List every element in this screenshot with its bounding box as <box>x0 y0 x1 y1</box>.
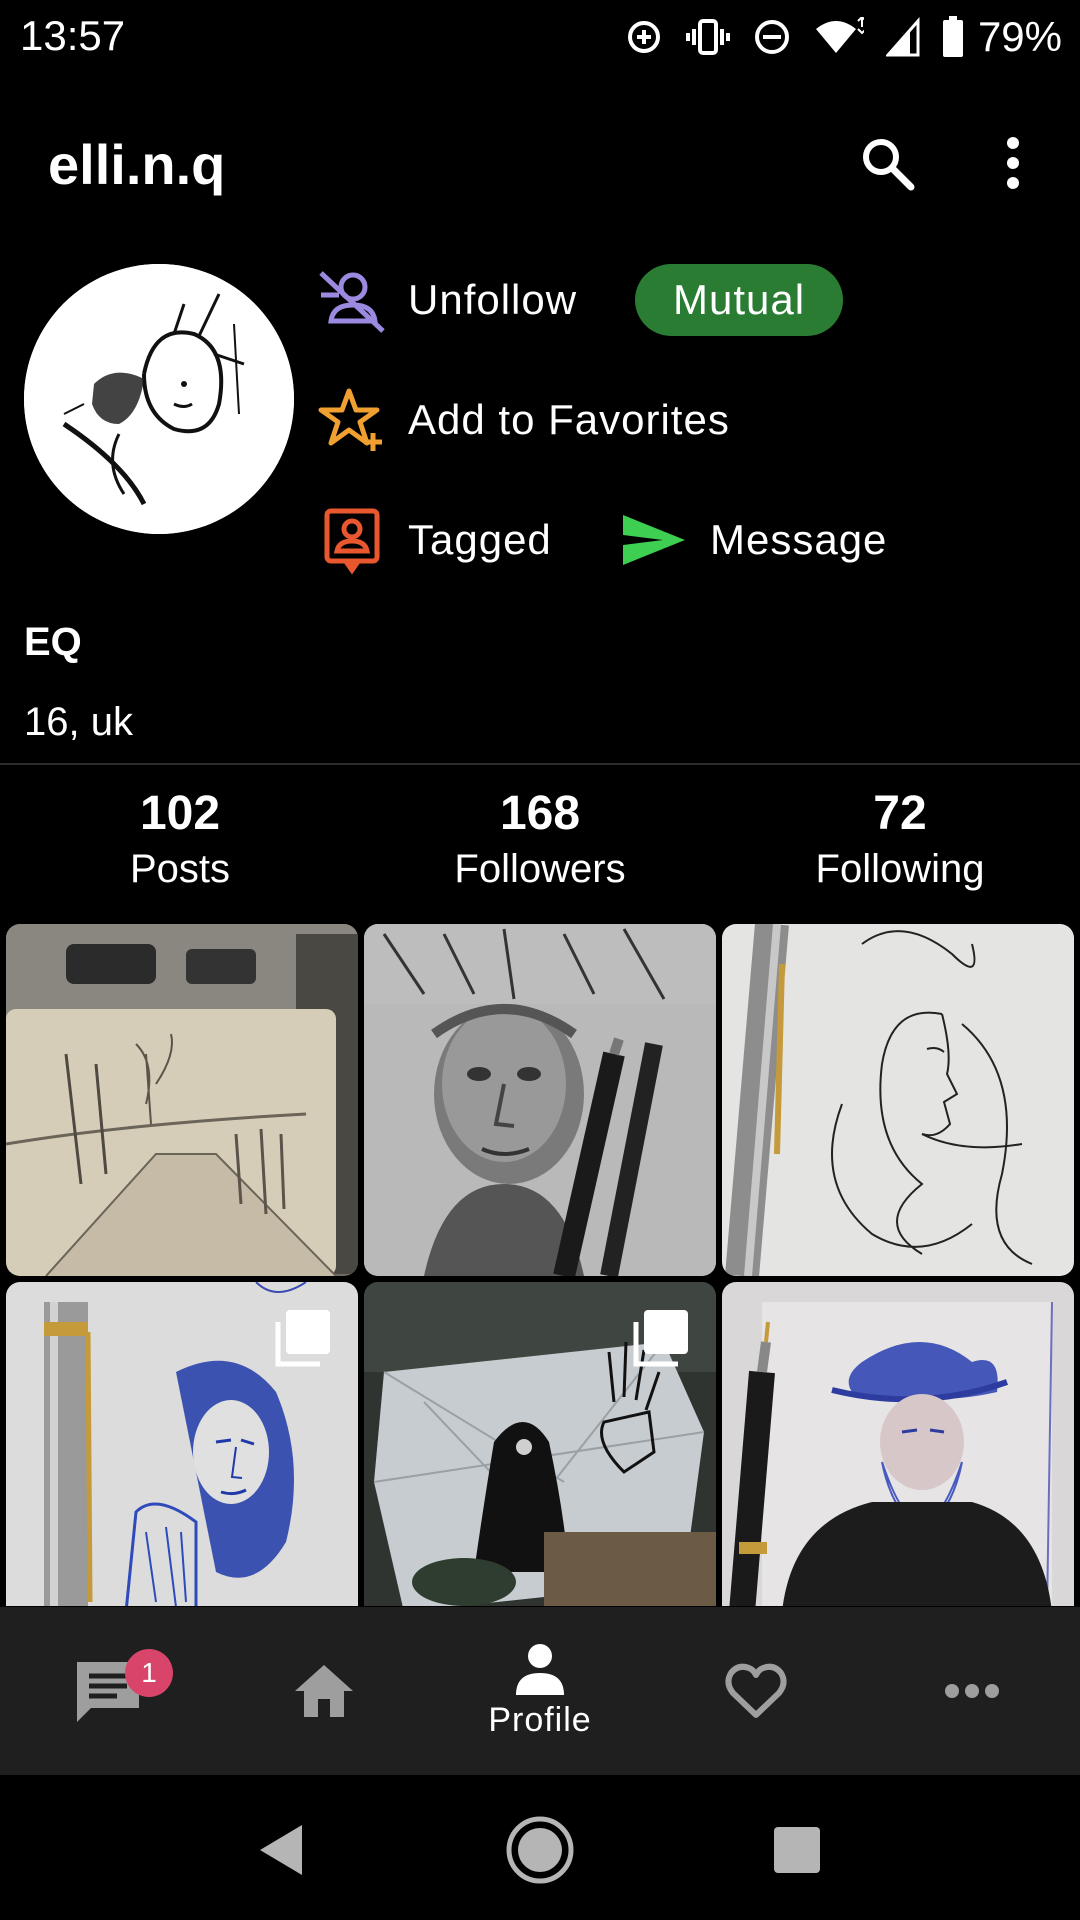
stat-followers[interactable]: 168 Followers <box>370 784 710 894</box>
bio: 16, uk <box>24 700 133 744</box>
battery-percent: 79% <box>977 13 1062 60</box>
unfollow-label: Unfollow <box>408 276 578 323</box>
followers-count: 168 <box>499 787 581 840</box>
app-bar: elli.n.q <box>0 100 1080 220</box>
unread-badge: 1 <box>125 1649 173 1697</box>
tagged-label: Tagged <box>408 516 552 563</box>
back-button[interactable] <box>236 1805 326 1895</box>
multiple-images-icon <box>633 1310 688 1367</box>
home-system-button[interactable] <box>495 1805 585 1895</box>
post-thumbnail[interactable] <box>6 924 358 1276</box>
post-thumbnail[interactable] <box>364 1282 716 1606</box>
username-title: elli.n.q <box>48 133 226 196</box>
home-icon <box>295 1665 353 1717</box>
mutual-badge: Mutual <box>635 264 843 336</box>
post-image <box>6 924 358 1276</box>
person-icon <box>516 1643 564 1695</box>
display-name: EQ <box>24 620 82 664</box>
do-not-disturb-icon <box>754 20 789 54</box>
message-label: Message <box>710 516 888 563</box>
divider <box>0 763 1080 765</box>
post-thumbnail[interactable] <box>722 924 1074 1276</box>
search-icon <box>863 139 915 191</box>
post-image <box>722 924 1074 1276</box>
followers-label: Followers <box>454 847 626 891</box>
post-image <box>364 924 716 1276</box>
unfollow-button[interactable]: Unfollow <box>316 260 577 340</box>
tagged-button[interactable]: Tagged <box>316 500 552 580</box>
more-options-button[interactable] <box>978 128 1048 198</box>
following-count: 72 <box>873 787 927 840</box>
stat-posts[interactable]: 102 Posts <box>10 784 350 894</box>
tagged-icon <box>316 504 388 576</box>
status-time: 13:57 <box>20 12 126 59</box>
nav-profile-label: Profile <box>488 1700 592 1739</box>
nav-activity[interactable] <box>648 1607 864 1775</box>
star-add-icon <box>316 384 388 456</box>
more-horiz-icon <box>945 1684 999 1698</box>
add-to-favorites-label: Add to Favorites <box>408 396 730 443</box>
battery-icon <box>942 16 963 57</box>
post-thumbnail[interactable] <box>6 1282 358 1606</box>
recents-button[interactable] <box>752 1805 842 1895</box>
vibrate-icon <box>685 19 730 55</box>
more-vert-icon <box>1007 137 1019 189</box>
search-button[interactable] <box>852 128 922 198</box>
status-bar: 13:57 79% <box>0 0 1080 74</box>
nav-more[interactable] <box>864 1607 1080 1775</box>
screen: 13:57 79% elli.n.q Unfollow Mutual Add t… <box>0 0 1080 1920</box>
posts-grid <box>6 924 1074 1606</box>
wifi-icon <box>815 17 864 53</box>
heart-icon <box>725 1663 787 1718</box>
nav-messages[interactable]: 1 <box>0 1607 216 1775</box>
stat-following[interactable]: 72 Following <box>730 784 1070 894</box>
home-circle-icon <box>506 1816 574 1884</box>
following-label: Following <box>815 847 985 891</box>
back-icon <box>260 1825 302 1875</box>
post-thumbnail[interactable] <box>722 1282 1074 1606</box>
status-icons: 79% <box>624 10 1062 64</box>
posts-label: Posts <box>129 847 231 891</box>
signal-icon <box>885 17 920 57</box>
multiple-images-icon <box>275 1310 330 1367</box>
send-icon <box>618 504 690 576</box>
system-nav-bar <box>0 1775 1080 1920</box>
post-image <box>722 1282 1074 1606</box>
data-saver-icon <box>627 21 660 53</box>
recents-icon <box>774 1827 820 1873</box>
post-thumbnail[interactable] <box>364 924 716 1276</box>
nav-home[interactable] <box>216 1607 432 1775</box>
avatar[interactable] <box>24 264 294 534</box>
add-to-favorites-button[interactable]: Add to Favorites <box>316 380 730 460</box>
bottom-nav: 1 Profile <box>0 1607 1080 1775</box>
nav-profile[interactable]: Profile <box>432 1607 648 1775</box>
message-button[interactable]: Message <box>618 500 887 580</box>
avatar-sketch <box>24 264 294 534</box>
person-remove-icon <box>316 264 388 336</box>
posts-count: 102 <box>139 787 221 840</box>
